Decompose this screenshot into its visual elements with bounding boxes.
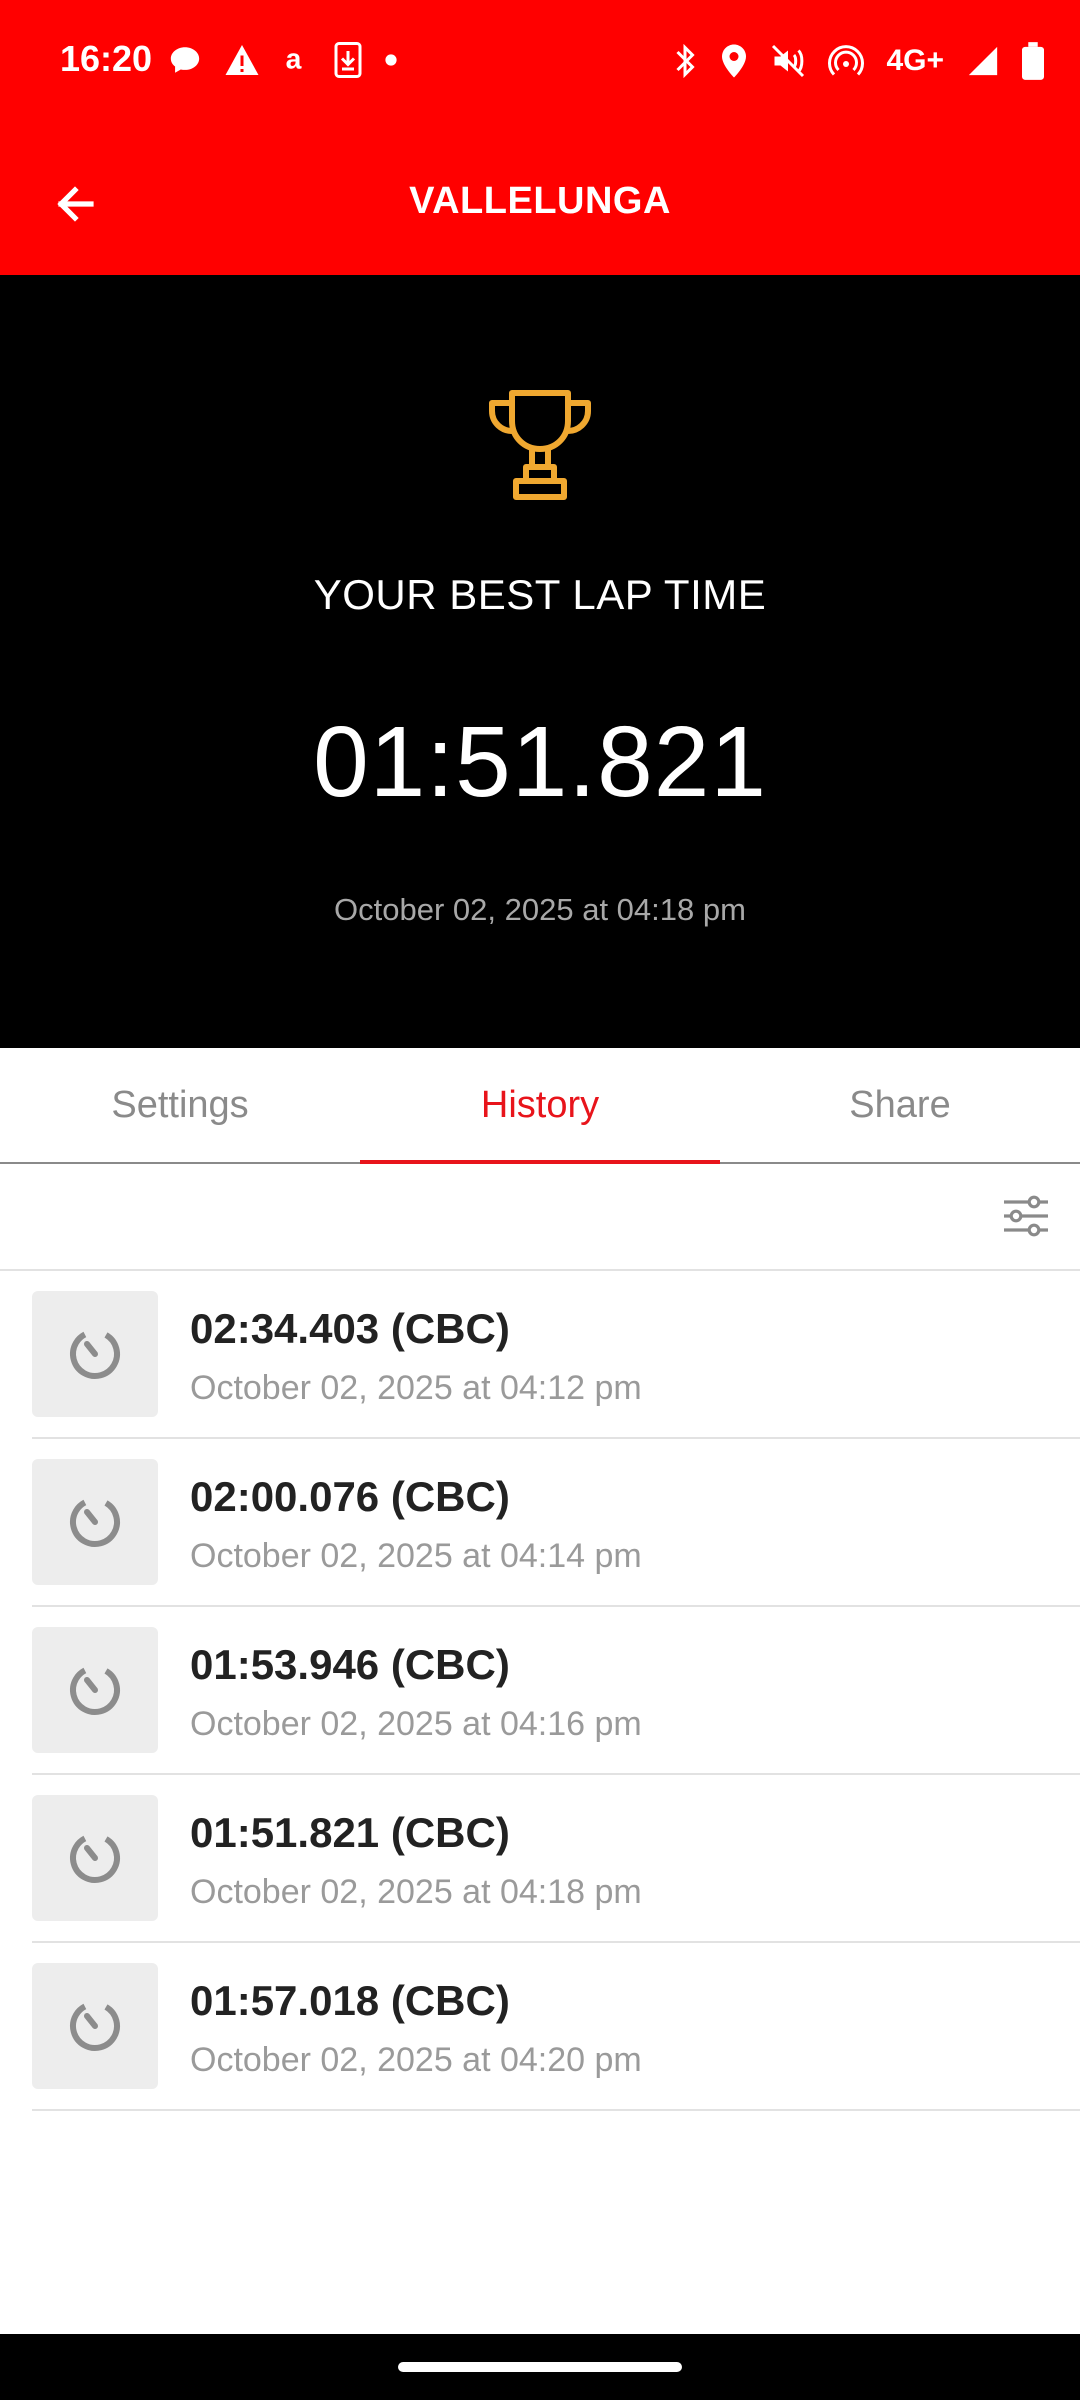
best-lap-label: YOUR BEST LAP TIME bbox=[313, 571, 767, 618]
status-bar: 16:20 a 4G+ bbox=[0, 0, 1080, 128]
home-gesture-handle[interactable] bbox=[398, 2362, 682, 2372]
chat-bubble-icon bbox=[170, 47, 200, 73]
lap-time: 02:00.076 (CBC) bbox=[190, 1473, 510, 1520]
tab-history[interactable]: History bbox=[360, 1048, 720, 1162]
lap-thumbnail bbox=[32, 1795, 158, 1921]
tab-share[interactable]: Share bbox=[720, 1048, 1080, 1162]
lap-date: October 02, 2025 at 04:18 pm bbox=[190, 1873, 642, 1911]
network-type: 4G+ bbox=[886, 44, 944, 77]
lap-time: 01:51.821 (CBC) bbox=[190, 1809, 510, 1856]
filter-row bbox=[0, 1164, 1080, 1271]
signal-icon bbox=[968, 46, 998, 76]
mute-icon bbox=[772, 44, 805, 78]
lap-thumbnail bbox=[32, 1291, 158, 1417]
timer-icon bbox=[70, 1497, 120, 1547]
lap-time: 01:53.946 (CBC) bbox=[190, 1641, 510, 1688]
lap-date: October 02, 2025 at 04:14 pm bbox=[190, 1537, 642, 1575]
warning-icon bbox=[225, 45, 259, 75]
lap-date: October 02, 2025 at 04:12 pm bbox=[190, 1369, 642, 1407]
hotspot-icon bbox=[828, 45, 865, 76]
timer-icon bbox=[70, 2001, 120, 2051]
lap-item[interactable]: 01:51.821 (CBC) October 02, 2025 at 04:1… bbox=[32, 1775, 1080, 1943]
lap-thumbnail bbox=[32, 1627, 158, 1753]
lap-date: October 02, 2025 at 04:16 pm bbox=[190, 1705, 642, 1743]
best-lap-panel: YOUR BEST LAP TIME 01:51.821 October 02,… bbox=[0, 275, 1080, 1048]
filter-sliders-icon bbox=[1004, 1195, 1048, 1237]
lap-item[interactable]: 02:00.076 (CBC) October 02, 2025 at 04:1… bbox=[32, 1439, 1080, 1607]
lap-thumbnail bbox=[32, 1963, 158, 2089]
lap-history-list: 02:34.403 (CBC) October 02, 2025 at 04:1… bbox=[0, 1271, 1080, 2111]
download-icon bbox=[334, 42, 362, 78]
app-bar: VALLELUNGA bbox=[0, 128, 1080, 275]
filter-button[interactable] bbox=[998, 1188, 1054, 1244]
best-lap-date: October 02, 2025 at 04:18 pm bbox=[334, 892, 746, 927]
timer-icon bbox=[70, 1665, 120, 1715]
lap-item[interactable]: 01:57.018 (CBC) October 02, 2025 at 04:2… bbox=[32, 1943, 1080, 2111]
dot-icon bbox=[385, 54, 397, 66]
timer-icon bbox=[70, 1329, 120, 1379]
lap-item[interactable]: 02:34.403 (CBC) October 02, 2025 at 04:1… bbox=[32, 1271, 1080, 1439]
trophy-icon bbox=[489, 390, 591, 500]
tab-bar: Settings History Share bbox=[0, 1048, 1080, 1164]
system-nav-bar bbox=[0, 2334, 1080, 2400]
amazon-icon: a bbox=[286, 44, 302, 76]
location-icon bbox=[722, 44, 747, 78]
lap-time: 01:57.018 (CBC) bbox=[190, 1977, 510, 2024]
best-lap-time: 01:51.821 bbox=[313, 706, 767, 818]
lap-time: 02:34.403 (CBC) bbox=[190, 1305, 510, 1352]
page-title: VALLELUNGA bbox=[409, 180, 671, 222]
lap-date: October 02, 2025 at 04:20 pm bbox=[190, 2041, 642, 2079]
svg-text:a: a bbox=[286, 44, 302, 76]
tab-settings[interactable]: Settings bbox=[0, 1048, 360, 1162]
system-icons: 4G+ bbox=[672, 42, 1044, 80]
status-time: 16:20 bbox=[60, 38, 153, 79]
notification-icons: a bbox=[168, 42, 398, 78]
lap-item[interactable]: 01:53.946 (CBC) October 02, 2025 at 04:1… bbox=[32, 1607, 1080, 1775]
timer-icon bbox=[70, 1833, 120, 1883]
battery-icon bbox=[1022, 42, 1044, 80]
lap-thumbnail bbox=[32, 1459, 158, 1585]
bluetooth-icon bbox=[676, 43, 696, 79]
